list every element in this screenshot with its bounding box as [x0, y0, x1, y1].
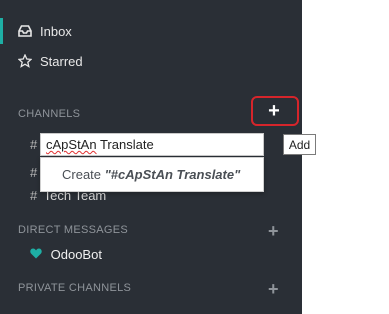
add-tooltip: Add — [283, 134, 316, 155]
inbox-icon — [18, 24, 32, 38]
direct-messages-section-title: DIRECT MESSAGES — [18, 224, 129, 236]
sidebar-item-label: Starred — [40, 53, 83, 69]
dm-item-odoobot[interactable]: OdooBot — [30, 247, 102, 262]
add-direct-message-button[interactable]: + — [268, 222, 279, 240]
sidebar-item-label: Inbox — [40, 23, 72, 39]
suggestion-channel-name: "#cApStAn Translate" — [104, 167, 241, 182]
heart-icon — [30, 247, 46, 262]
channel-item[interactable]: # — [30, 137, 40, 152]
sidebar-item-inbox[interactable]: Inbox — [0, 18, 302, 44]
suggestion-prefix: Create — [62, 167, 105, 182]
new-channel-input[interactable]: cApStAn Translate — [40, 133, 264, 156]
channel-item[interactable]: # — [30, 165, 40, 180]
add-channel-button[interactable]: + — [265, 101, 283, 121]
input-value-misspelled: cApStAn — [46, 137, 97, 152]
add-private-channel-button[interactable]: + — [268, 280, 279, 298]
star-icon — [18, 54, 32, 68]
private-channels-section-title: PRIVATE CHANNELS — [18, 282, 132, 294]
dm-label: OdooBot — [50, 247, 102, 262]
hash-icon: # — [30, 137, 38, 152]
hash-icon: # — [30, 188, 38, 203]
input-value-rest: Translate — [96, 137, 154, 152]
channels-section-title: CHANNELS — [18, 108, 81, 120]
create-channel-suggestion[interactable]: Create "#cApStAn Translate" — [40, 157, 264, 192]
sidebar-item-starred[interactable]: Starred — [0, 48, 320, 74]
hash-icon: # — [30, 165, 38, 180]
